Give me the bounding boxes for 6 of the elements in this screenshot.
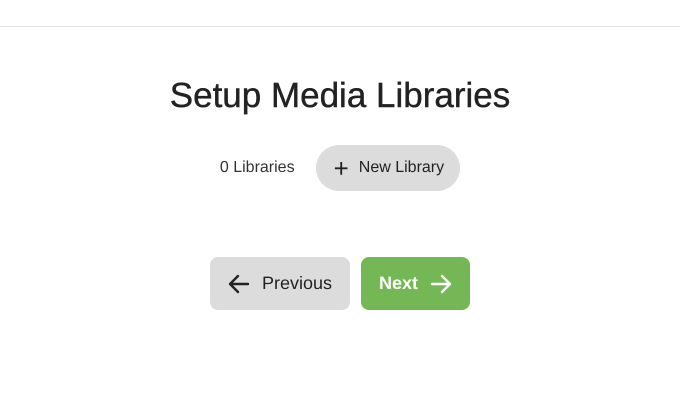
library-count: 0 Libraries	[220, 159, 295, 177]
arrow-right-icon	[430, 274, 452, 294]
new-library-button[interactable]: + New Library	[316, 145, 460, 191]
arrow-left-icon	[228, 274, 250, 294]
page-title: Setup Media Libraries	[170, 75, 510, 117]
previous-button[interactable]: Previous	[210, 257, 350, 310]
